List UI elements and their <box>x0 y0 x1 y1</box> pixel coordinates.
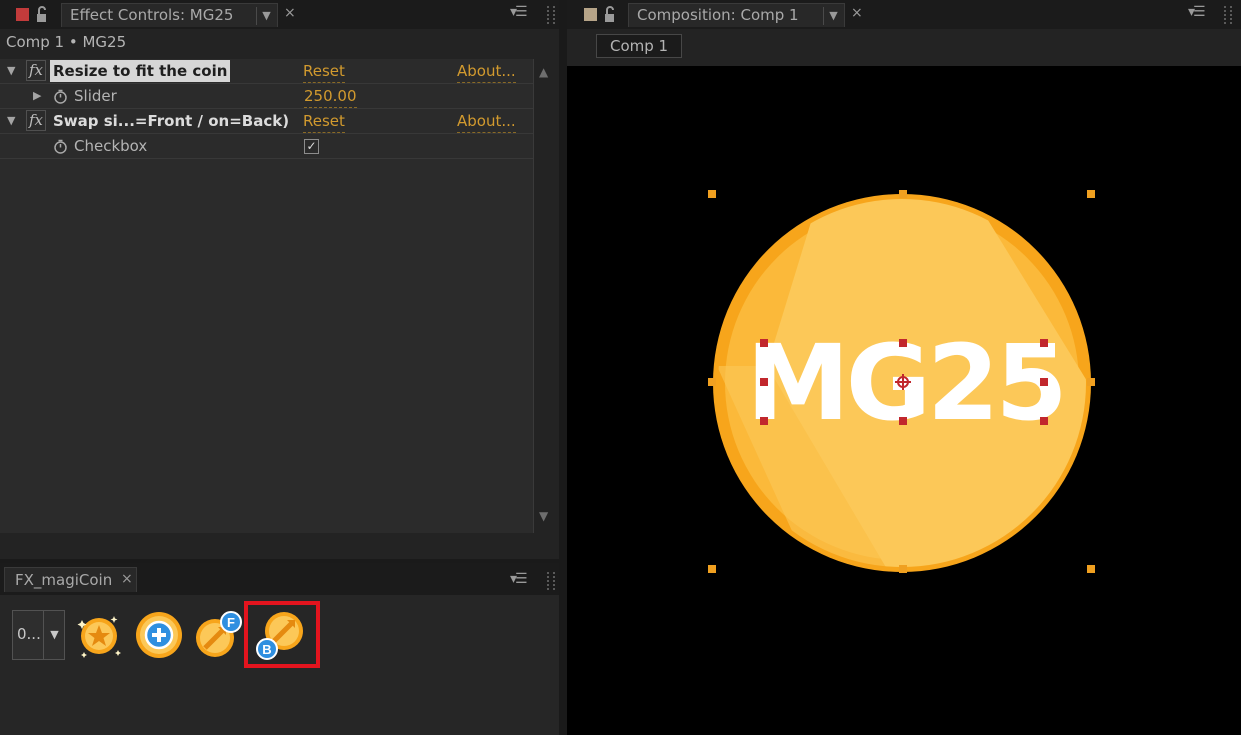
collapse-triangle-icon[interactable]: ▼ <box>7 114 15 127</box>
handle[interactable] <box>899 339 907 347</box>
panel-menu-icon[interactable]: ▾☰ <box>510 4 528 20</box>
handle[interactable] <box>760 417 768 425</box>
scroll-up-icon[interactable]: ▲ <box>539 65 548 79</box>
coin-front-icon[interactable]: F <box>193 610 243 660</box>
fx-icon[interactable]: fx <box>26 110 46 131</box>
fx-magicoin-panel: FX_magiCoin × ▾☰ 0... ▼ F B <box>0 563 559 735</box>
handle[interactable] <box>1040 417 1048 425</box>
close-icon[interactable]: × <box>284 5 296 21</box>
composition-toolbar: Comp 1 <box>567 29 1241 66</box>
chevron-down-icon[interactable]: ▼ <box>823 7 843 25</box>
lock-icon[interactable] <box>604 5 620 23</box>
handle[interactable] <box>1040 339 1048 347</box>
handle[interactable] <box>1087 378 1095 386</box>
property-row-slider: ▶ Slider 250.00 <box>0 84 533 109</box>
breadcrumb: Comp 1 • MG25 <box>6 33 127 51</box>
handle[interactable] <box>760 378 768 386</box>
tab-effect-controls-label: Effect Controls: MG25 <box>70 6 234 24</box>
effect-name[interactable]: Resize to fit the coin <box>50 60 231 82</box>
handle[interactable] <box>708 565 716 573</box>
property-name: Checkbox <box>74 137 148 155</box>
handle[interactable] <box>899 190 907 198</box>
effect-name[interactable]: Swap si...=Front / on=Back) <box>50 110 292 132</box>
tab-composition[interactable]: Composition: Comp 1 ▼ <box>628 3 845 27</box>
reset-link[interactable]: Reset <box>303 110 345 133</box>
handle[interactable] <box>1087 565 1095 573</box>
coin-canvas: MG25 <box>708 186 1127 586</box>
handle[interactable] <box>708 190 716 198</box>
swap-checkbox[interactable]: ✓ <box>304 139 319 154</box>
stopwatch-icon[interactable] <box>53 89 68 104</box>
close-icon[interactable]: × <box>121 571 133 587</box>
reset-link[interactable]: Reset <box>303 60 345 83</box>
effects-list: ▼ fx Resize to fit the coin Reset About.… <box>0 59 533 533</box>
effect-controls-tabbar: Effect Controls: MG25 ▼ × ▾☰ <box>0 0 559 29</box>
collapse-triangle-icon[interactable]: ▼ <box>7 64 15 77</box>
coin-add-icon[interactable] <box>134 610 184 660</box>
expand-triangle-icon[interactable]: ▶ <box>33 89 41 102</box>
tab-effect-controls[interactable]: Effect Controls: MG25 ▼ <box>61 3 278 27</box>
scroll-down-icon[interactable]: ▼ <box>539 509 548 523</box>
preset-dropdown[interactable]: 0... ▼ <box>12 610 65 660</box>
fx-icon[interactable]: fx <box>26 60 46 81</box>
tab-composition-label: Composition: Comp 1 <box>637 6 799 24</box>
property-name: Slider <box>74 87 117 105</box>
effect-row-swap[interactable]: ▼ fx Swap si...=Front / on=Back) Reset A… <box>0 109 533 134</box>
front-badge-letter: F <box>227 615 235 630</box>
about-link[interactable]: About... <box>457 60 516 83</box>
handle[interactable] <box>899 565 907 573</box>
handle[interactable] <box>899 417 907 425</box>
panel-grip[interactable] <box>547 6 555 24</box>
handle[interactable] <box>1087 190 1095 198</box>
close-icon[interactable]: × <box>851 5 863 21</box>
panel-menu-icon[interactable]: ▾☰ <box>510 571 528 587</box>
panel-color-swatch <box>584 8 597 21</box>
highlight-box <box>244 601 320 668</box>
panel-grip[interactable] <box>547 572 555 590</box>
tab-fx-magicoin-label: FX_magiCoin <box>15 571 113 589</box>
scrollbar[interactable]: ▲ ▼ <box>533 59 559 533</box>
stopwatch-icon[interactable] <box>53 139 68 154</box>
lock-icon[interactable] <box>36 5 52 23</box>
dropdown-value: 0... <box>17 625 41 643</box>
composition-tabbar: Composition: Comp 1 ▼ × ▾☰ <box>567 0 1241 29</box>
tab-fx-magicoin[interactable]: FX_magiCoin <box>4 567 138 592</box>
effect-row-resize[interactable]: ▼ fx Resize to fit the coin Reset About.… <box>0 59 533 84</box>
handle[interactable] <box>1040 378 1048 386</box>
fx-panel-tabbar: FX_magiCoin × ▾☰ <box>0 563 559 595</box>
coin-sparkle-icon[interactable] <box>74 610 124 660</box>
chevron-down-icon[interactable]: ▼ <box>43 611 65 659</box>
effect-controls-panel: Effect Controls: MG25 ▼ × ▾☰ Comp 1 • MG… <box>0 0 559 559</box>
composition-viewer[interactable]: MG25 <box>567 66 1241 735</box>
panel-grip[interactable] <box>1224 6 1232 24</box>
coin-layer[interactable]: MG25 <box>713 186 1127 586</box>
chevron-down-icon[interactable]: ▼ <box>256 7 276 25</box>
about-link[interactable]: About... <box>457 110 516 133</box>
slider-value[interactable]: 250.00 <box>304 85 357 108</box>
handle[interactable] <box>760 339 768 347</box>
composition-panel: Composition: Comp 1 ▼ × ▾☰ Comp 1 MG25 <box>567 0 1241 735</box>
panel-color-swatch <box>16 8 29 21</box>
property-row-checkbox: Checkbox ✓ <box>0 134 533 159</box>
panel-menu-icon[interactable]: ▾☰ <box>1188 4 1206 20</box>
handle[interactable] <box>708 378 716 386</box>
comp-navigator-chip[interactable]: Comp 1 <box>596 34 683 58</box>
